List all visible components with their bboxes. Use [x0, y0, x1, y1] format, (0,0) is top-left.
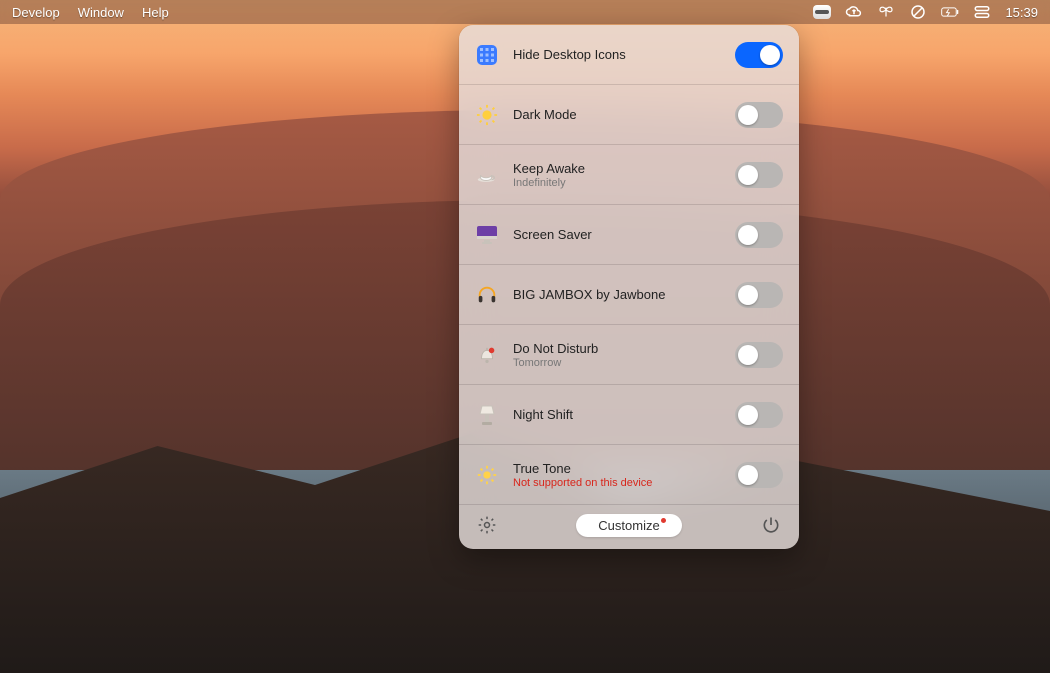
row-screen-saver[interactable]: Screen Saver: [459, 205, 799, 265]
sun-icon: [473, 101, 501, 129]
settings-panel: Hide Desktop Icons Dark Mode Keep Awake …: [459, 25, 799, 549]
row-labels: Night Shift: [513, 407, 735, 422]
row-labels: True Tone Not supported on this device: [513, 461, 735, 489]
customize-button[interactable]: Customize: [576, 514, 681, 537]
notification-dot-icon: [661, 518, 666, 523]
row-subtitle: Indefinitely: [513, 177, 735, 189]
row-big-jambox[interactable]: BIG JAMBOX by Jawbone: [459, 265, 799, 325]
row-labels: Keep Awake Indefinitely: [513, 161, 735, 189]
battery-charging-icon[interactable]: [941, 3, 959, 21]
row-hide-desktop[interactable]: Hide Desktop Icons: [459, 25, 799, 85]
panel-footer: Customize: [459, 505, 799, 541]
row-title: Night Shift: [513, 407, 735, 422]
toggle-hide-desktop[interactable]: [735, 42, 783, 68]
toggle-keep-awake[interactable]: [735, 162, 783, 188]
row-labels: Dark Mode: [513, 107, 735, 122]
menu-help[interactable]: Help: [142, 5, 169, 20]
row-title: Do Not Disturb: [513, 341, 735, 356]
row-true-tone[interactable]: True Tone Not supported on this device: [459, 445, 799, 505]
row-title: Keep Awake: [513, 161, 735, 176]
grid-icon: [473, 41, 501, 69]
menubar-right: 15:39: [813, 3, 1038, 21]
monitor-icon: [473, 221, 501, 249]
row-labels: Screen Saver: [513, 227, 735, 242]
customize-label: Customize: [598, 518, 659, 533]
circle-slash-icon[interactable]: [909, 3, 927, 21]
desktop-wallpaper: Develop Window Help 15:39: [0, 0, 1050, 673]
toggle-dark-mode[interactable]: [735, 102, 783, 128]
app-switch-icon[interactable]: [813, 3, 831, 21]
menubar-clock[interactable]: 15:39: [1005, 5, 1038, 20]
brightness-icon: [473, 461, 501, 489]
row-title: BIG JAMBOX by Jawbone: [513, 287, 735, 302]
menu-develop[interactable]: Develop: [12, 5, 60, 20]
bell-icon: [473, 341, 501, 369]
coffee-icon: [473, 161, 501, 189]
row-dark-mode[interactable]: Dark Mode: [459, 85, 799, 145]
row-subtitle: Not supported on this device: [513, 477, 735, 489]
toggle-true-tone[interactable]: [735, 462, 783, 488]
headphones-icon: [473, 281, 501, 309]
row-labels: Do Not Disturb Tomorrow: [513, 341, 735, 369]
menu-window[interactable]: Window: [78, 5, 124, 20]
toggle-big-jambox[interactable]: [735, 282, 783, 308]
row-labels: BIG JAMBOX by Jawbone: [513, 287, 735, 302]
control-center-icon[interactable]: [973, 3, 991, 21]
row-title: Dark Mode: [513, 107, 735, 122]
lamp-icon: [473, 401, 501, 429]
row-title: True Tone: [513, 461, 735, 476]
row-subtitle: Tomorrow: [513, 357, 735, 369]
row-keep-awake[interactable]: Keep Awake Indefinitely: [459, 145, 799, 205]
power-icon[interactable]: [759, 513, 783, 537]
butterfly-icon[interactable]: [877, 3, 895, 21]
row-night-shift[interactable]: Night Shift: [459, 385, 799, 445]
menubar-left: Develop Window Help: [12, 5, 169, 20]
toggle-screen-saver[interactable]: [735, 222, 783, 248]
toggle-night-shift[interactable]: [735, 402, 783, 428]
row-labels: Hide Desktop Icons: [513, 47, 735, 62]
toggle-dnd[interactable]: [735, 342, 783, 368]
row-dnd[interactable]: Do Not Disturb Tomorrow: [459, 325, 799, 385]
row-title: Hide Desktop Icons: [513, 47, 735, 62]
row-title: Screen Saver: [513, 227, 735, 242]
gear-icon[interactable]: [475, 513, 499, 537]
cloud-icon[interactable]: [845, 3, 863, 21]
menubar: Develop Window Help 15:39: [0, 0, 1050, 24]
